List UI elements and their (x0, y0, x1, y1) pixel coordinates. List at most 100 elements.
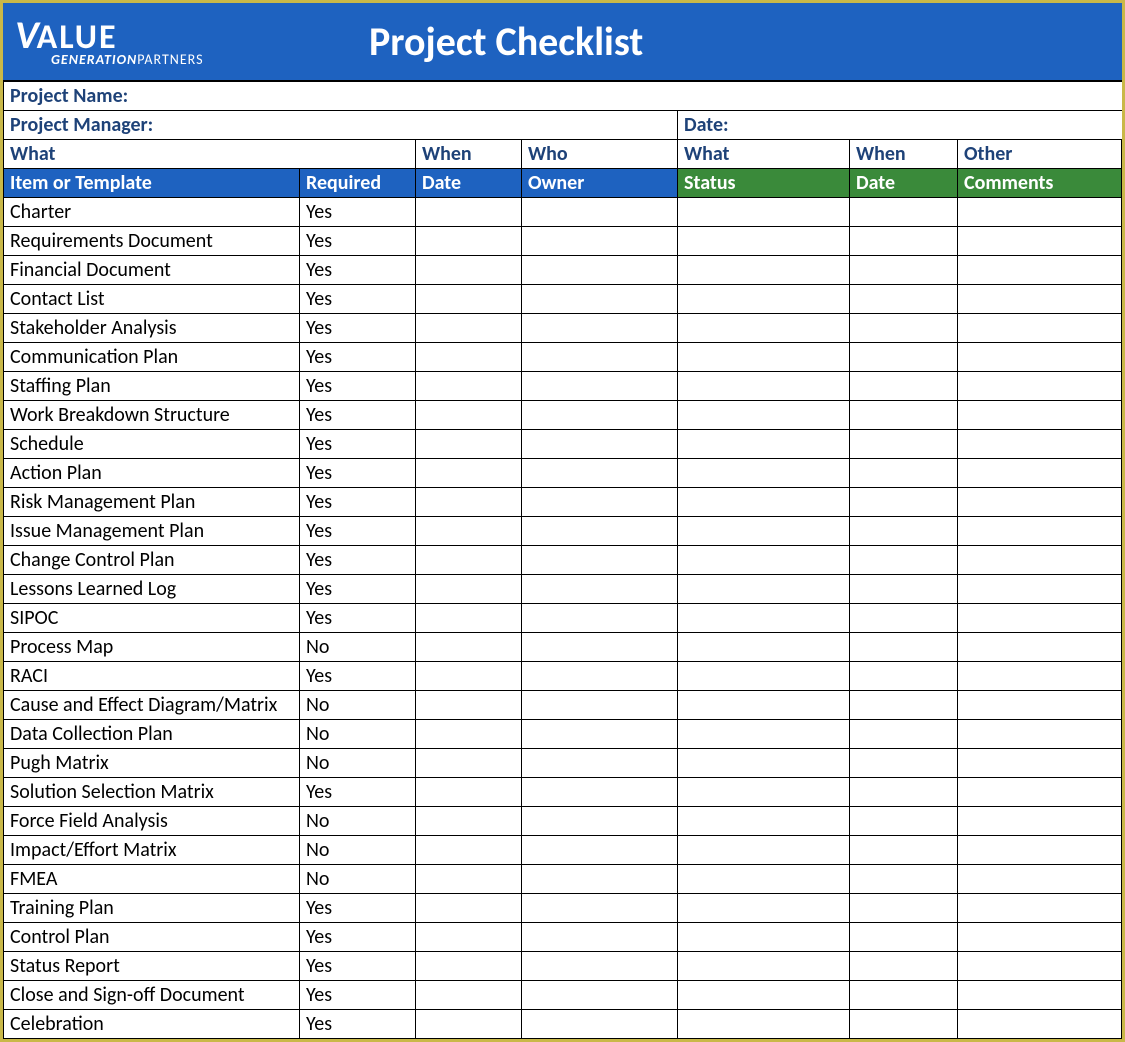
cell-comments (958, 981, 1122, 1010)
cell-item: Change Control Plan (4, 546, 300, 575)
col-header-status: Status (678, 169, 850, 198)
cell-item: Control Plan (4, 923, 300, 952)
cell-required: Yes (300, 575, 416, 604)
group-header-when: When (416, 140, 522, 169)
cell-comments (958, 256, 1122, 285)
cell-comments (958, 923, 1122, 952)
cell-owner (522, 604, 678, 633)
table-row: ScheduleYes (4, 430, 1122, 459)
cell-owner (522, 488, 678, 517)
col-header-required: Required (300, 169, 416, 198)
cell-date1 (416, 285, 522, 314)
cell-date2 (850, 604, 958, 633)
group-header-other: Other (958, 140, 1122, 169)
cell-comments (958, 604, 1122, 633)
cell-item: Close and Sign-off Document (4, 981, 300, 1010)
cell-status (678, 865, 850, 894)
cell-comments (958, 720, 1122, 749)
cell-comments (958, 575, 1122, 604)
cell-comments (958, 285, 1122, 314)
cell-comments (958, 546, 1122, 575)
cell-required: No (300, 633, 416, 662)
cell-required: No (300, 749, 416, 778)
cell-status (678, 517, 850, 546)
cell-item: Cause and Effect Diagram/Matrix (4, 691, 300, 720)
cell-owner (522, 691, 678, 720)
cell-status (678, 633, 850, 662)
table-row: Training PlanYes (4, 894, 1122, 923)
cell-item: SIPOC (4, 604, 300, 633)
cell-date2 (850, 314, 958, 343)
cell-owner (522, 198, 678, 227)
cell-owner (522, 517, 678, 546)
cell-comments (958, 807, 1122, 836)
cell-owner (522, 836, 678, 865)
cell-item: Process Map (4, 633, 300, 662)
cell-item: Celebration (4, 1010, 300, 1039)
cell-item: Requirements Document (4, 227, 300, 256)
cell-comments (958, 894, 1122, 923)
cell-status (678, 604, 850, 633)
table-row: Contact ListYes (4, 285, 1122, 314)
cell-item: Stakeholder Analysis (4, 314, 300, 343)
cell-owner (522, 778, 678, 807)
table-row: Data Collection PlanNo (4, 720, 1122, 749)
cell-required: Yes (300, 981, 416, 1010)
table-row: CelebrationYes (4, 1010, 1122, 1039)
cell-required: No (300, 691, 416, 720)
cell-date2 (850, 517, 958, 546)
cell-date2 (850, 865, 958, 894)
cell-item: Financial Document (4, 256, 300, 285)
cell-status (678, 894, 850, 923)
cell-date2 (850, 1010, 958, 1039)
cell-date2 (850, 923, 958, 952)
cell-date1 (416, 256, 522, 285)
cell-item: Training Plan (4, 894, 300, 923)
cell-status (678, 749, 850, 778)
cell-status (678, 343, 850, 372)
cell-date1 (416, 952, 522, 981)
cell-owner (522, 952, 678, 981)
col-header-date: Date (416, 169, 522, 198)
cell-date2 (850, 401, 958, 430)
cell-required: Yes (300, 952, 416, 981)
col-header-item: Item or Template (4, 169, 300, 198)
cell-owner (522, 372, 678, 401)
table-row: Pugh MatrixNo (4, 749, 1122, 778)
cell-date2 (850, 488, 958, 517)
table-row: Solution Selection MatrixYes (4, 778, 1122, 807)
cell-owner (522, 343, 678, 372)
cell-item: Data Collection Plan (4, 720, 300, 749)
cell-status (678, 778, 850, 807)
cell-date2 (850, 807, 958, 836)
logo-text-alue: ALUE (37, 21, 118, 55)
cell-required: No (300, 720, 416, 749)
cell-date1 (416, 894, 522, 923)
cell-required: Yes (300, 894, 416, 923)
cell-required: Yes (300, 256, 416, 285)
cell-owner (522, 923, 678, 952)
cell-comments (958, 836, 1122, 865)
cell-owner (522, 227, 678, 256)
table-row: SIPOCYes (4, 604, 1122, 633)
cell-comments (958, 691, 1122, 720)
cell-date2 (850, 720, 958, 749)
cell-date1 (416, 923, 522, 952)
logo-v-icon: V (15, 15, 37, 55)
cell-comments (958, 952, 1122, 981)
table-row: Status ReportYes (4, 952, 1122, 981)
cell-required: Yes (300, 604, 416, 633)
cell-owner (522, 662, 678, 691)
cell-item: Charter (4, 198, 300, 227)
cell-status (678, 546, 850, 575)
table-row: Staffing PlanYes (4, 372, 1122, 401)
table-row: Lessons Learned LogYes (4, 575, 1122, 604)
cell-status (678, 720, 850, 749)
cell-owner (522, 894, 678, 923)
cell-date1 (416, 372, 522, 401)
cell-date1 (416, 807, 522, 836)
cell-date2 (850, 546, 958, 575)
cell-date2 (850, 285, 958, 314)
page-title: Project Checklist (303, 17, 1122, 66)
table-row: Control PlanYes (4, 923, 1122, 952)
